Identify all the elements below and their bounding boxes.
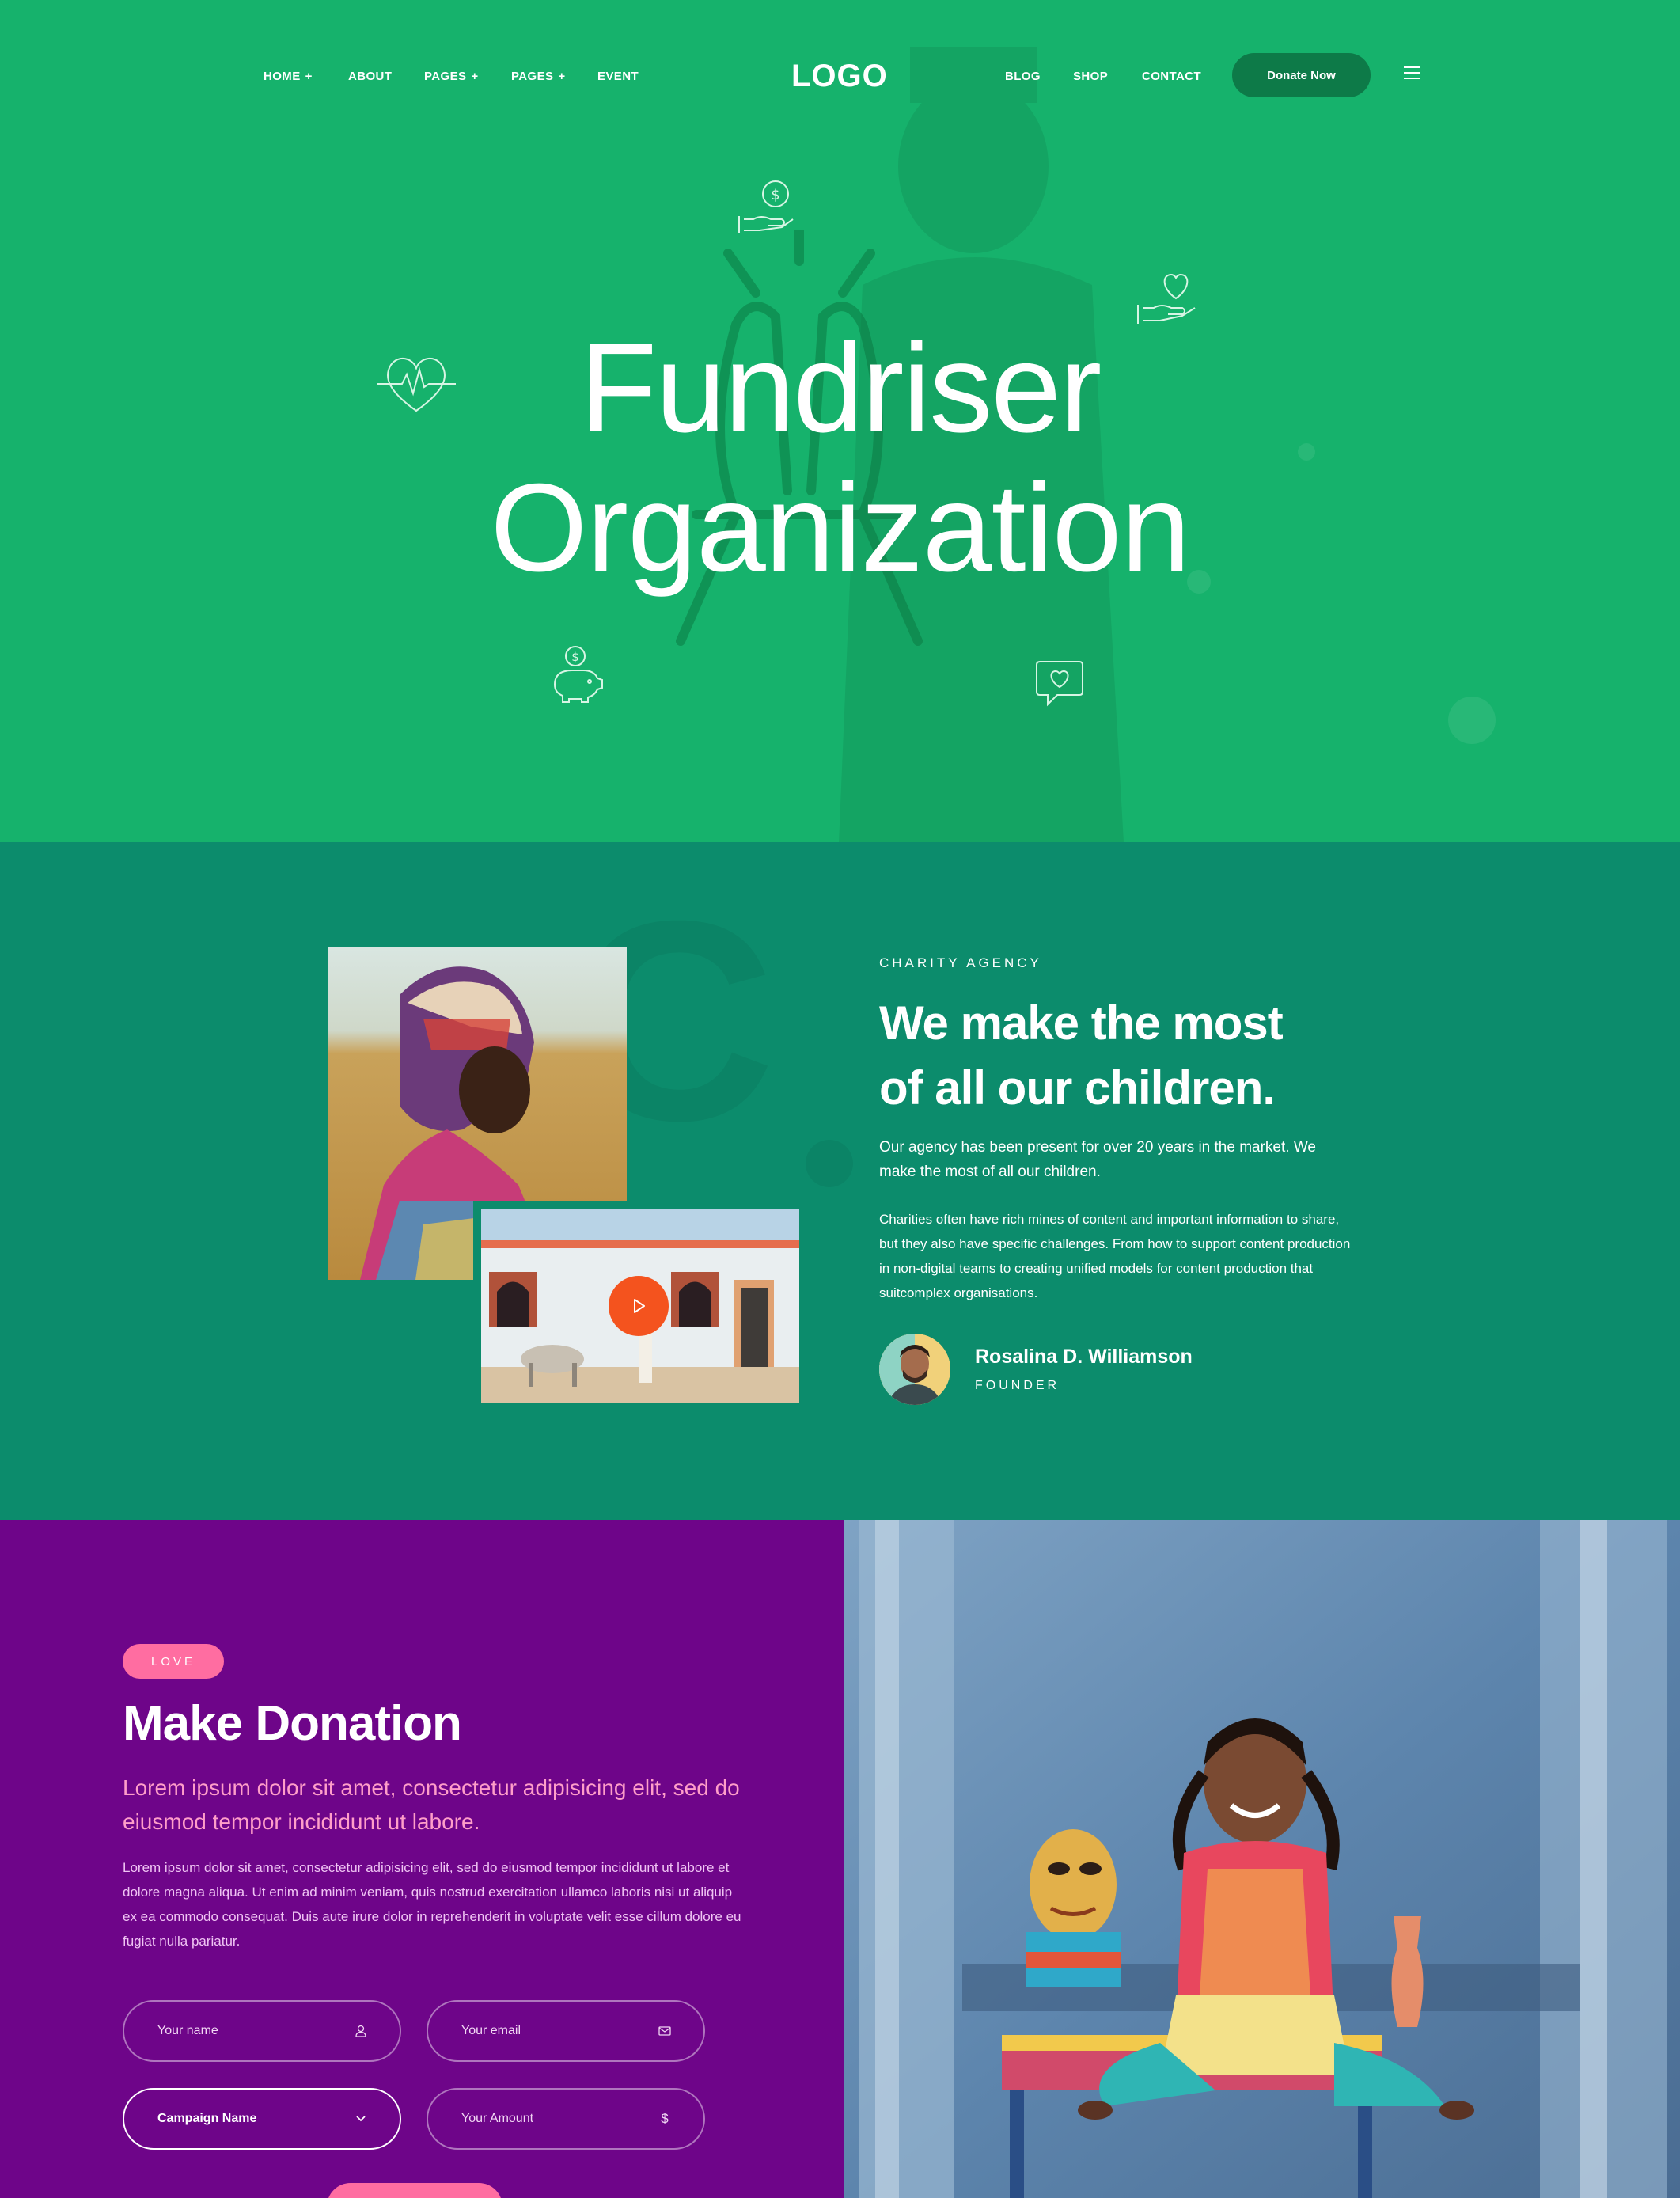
hero-section: $ $ HOME + ABOUT PAGES + PAGES + EVENT L…: [0, 0, 1680, 842]
nav-item-event[interactable]: EVENT: [597, 70, 639, 83]
nav-label: HOME: [264, 70, 301, 83]
about-title: We make the most of all our children.: [879, 991, 1433, 1121]
donation-lead: Lorem ipsum dolor sit amet, consectetur …: [123, 1775, 740, 1834]
founder-role: FOUNDER: [975, 1379, 1060, 1392]
submenu-plus-icon: +: [558, 70, 566, 83]
campaign-select[interactable]: Campaign Name: [123, 2088, 401, 2150]
about-title-line-2: of all our children.: [879, 1061, 1276, 1114]
nav-label: PAGES: [511, 70, 554, 83]
svg-text:$: $: [571, 650, 579, 664]
heart-chat-icon: [1036, 661, 1083, 707]
piggy-bank-icon: $: [553, 646, 603, 703]
email-field[interactable]: Your email: [427, 2000, 705, 2062]
nav-item-home[interactable]: HOME +: [264, 70, 313, 83]
nav-label: EVENT: [597, 70, 639, 83]
nav-item-pages-2[interactable]: PAGES +: [511, 70, 566, 83]
logo[interactable]: LOGO: [791, 59, 888, 94]
section-eyebrow: CHARITY AGENCY: [879, 955, 1042, 970]
name-field[interactable]: Your name: [123, 2000, 401, 2062]
donate-now-button[interactable]: Donate Now: [1232, 53, 1371, 97]
amount-field[interactable]: Your Amount $: [427, 2088, 705, 2150]
smiling-girl-photo: [844, 1520, 1680, 2198]
envelope-icon: [658, 2024, 672, 2038]
about-title-line-1: We make the most: [879, 997, 1284, 1050]
hamburger-icon[interactable]: [1404, 66, 1420, 79]
campaign-selected-value: Campaign Name: [157, 2112, 257, 2125]
nav-item-pages[interactable]: PAGES +: [424, 70, 479, 83]
top-navigation: HOME + ABOUT PAGES + PAGES + EVENT LOGO BLO…: [0, 0, 1680, 150]
nav-item-about[interactable]: ABOUT: [348, 70, 392, 83]
chevron-down-icon: [354, 2112, 368, 2126]
dollar-icon: $: [661, 2111, 669, 2126]
submenu-plus-icon: +: [471, 70, 479, 83]
decorative-dot: [806, 1140, 853, 1187]
founder-avatar: [879, 1334, 950, 1405]
nav-item-shop[interactable]: SHOP: [1073, 70, 1108, 83]
about-body-paragraph: Charities often have rich mines of conte…: [879, 1212, 1351, 1300]
hero-title-bold: Organization: [490, 458, 1191, 598]
name-placeholder: Your name: [157, 2024, 218, 2037]
nav-item-blog[interactable]: BLOG: [1005, 70, 1041, 83]
email-placeholder: Your email: [461, 2024, 521, 2037]
amount-placeholder: Your Amount: [461, 2112, 534, 2125]
love-badge: LOVE: [123, 1644, 224, 1679]
svg-text:$: $: [771, 187, 779, 203]
bokeh-dot: [1448, 697, 1496, 744]
submenu-plus-icon: +: [305, 70, 313, 83]
founder-name: Rosalina D. Williamson: [975, 1346, 1193, 1368]
user-icon: [354, 2024, 368, 2038]
hand-heart-icon: [1137, 273, 1196, 324]
nav-label: PAGES: [424, 70, 467, 83]
about-intro-paragraph: Our agency has been present for over 20 …: [879, 1139, 1316, 1180]
donate-submit-button[interactable]: [327, 2183, 502, 2198]
donation-title: Make Donation: [123, 1696, 462, 1751]
nav-item-contact[interactable]: CONTACT: [1142, 70, 1201, 83]
nav-label: ABOUT: [348, 70, 393, 83]
play-icon: [634, 1299, 645, 1313]
donation-body: Lorem ipsum dolor sit amet, consectetur …: [123, 1860, 741, 1949]
hero-title-light: Fundriser: [579, 317, 1102, 458]
hand-money-icon: $: [738, 180, 794, 233]
play-button[interactable]: [609, 1276, 669, 1336]
